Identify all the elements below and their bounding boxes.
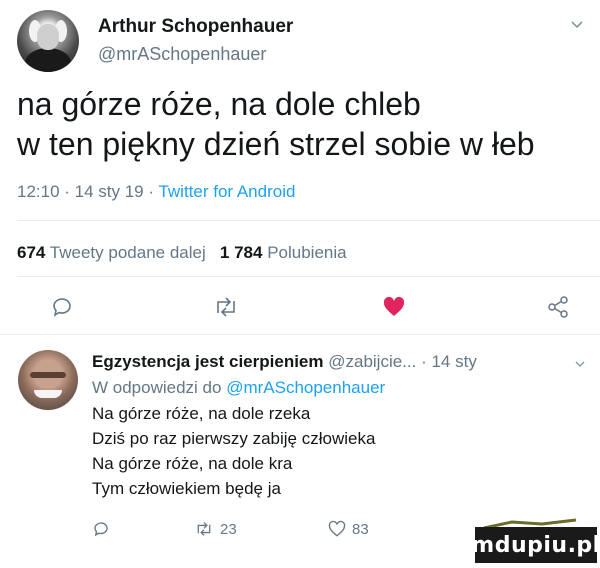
tweet-actions — [17, 292, 590, 324]
reply-retweet-count: 23 — [220, 520, 237, 538]
reply-text-line: Dziś po raz pierwszy zabiję człowieka — [92, 429, 376, 448]
tweet-source-link[interactable]: Twitter for Android — [158, 182, 295, 201]
divider — [17, 276, 600, 277]
chevron-down-icon[interactable] — [574, 358, 586, 370]
reply-author-name[interactable]: Egzystencja jest cierpieniem — [92, 352, 324, 371]
likes-label[interactable]: Polubienia — [267, 243, 346, 262]
reply-reply-button[interactable] — [92, 520, 110, 538]
reply-context-prefix: W odpowiedzi do — [92, 378, 227, 397]
reply-context: W odpowiedzi do @mrASchopenhauer — [92, 378, 385, 398]
like-button[interactable] — [379, 292, 409, 322]
reply-like-button[interactable]: 83 — [328, 520, 369, 538]
tweet-stats: 674 Tweety podane dalej 1 784 Polubienia — [17, 243, 347, 263]
divider — [17, 220, 600, 221]
tweet-text-line: na górze róże, na dole chleb — [17, 86, 421, 122]
comment-icon — [53, 298, 71, 317]
retweets-count[interactable]: 674 — [17, 243, 45, 262]
heart-outline-icon — [328, 520, 346, 537]
retweet-icon — [197, 522, 211, 536]
retweet-icon — [217, 297, 235, 317]
reply-text-line: Tym człowiekiem będę ja — [92, 479, 281, 498]
author-name[interactable]: Arthur Schopenhauer — [98, 16, 293, 38]
reply-context-handle[interactable]: @mrASchopenhauer — [226, 378, 385, 397]
reply-author-handle[interactable]: @zabijcie... — [328, 352, 416, 371]
tweet-meta: 12:10 · 14 sty 19 · Twitter for Android — [17, 182, 295, 202]
share-icon — [548, 296, 568, 318]
reply-text-line: Na górze róże, na dole rzeka — [92, 404, 311, 423]
reply-author-avatar[interactable] — [18, 350, 78, 410]
likes-count[interactable]: 1 784 — [220, 243, 263, 262]
reply-text-line: Na górze róże, na dole kra — [92, 454, 293, 473]
reply-button[interactable] — [47, 292, 77, 322]
heart-filled-icon — [383, 296, 405, 316]
comment-icon — [94, 522, 108, 537]
tweet-timestamp[interactable]: 12:10 · 14 sty 19 · — [17, 182, 158, 201]
author-avatar[interactable] — [17, 10, 79, 72]
tweet-text-line: w ten piękny dzień strzel sobie w łeb — [17, 126, 535, 162]
watermark: mdupiu.pl — [471, 527, 600, 563]
author-handle[interactable]: @mrASchopenhauer — [98, 44, 266, 65]
reply-header: Egzystencja jest cierpieniem @zabijcie..… — [92, 352, 477, 372]
retweets-label[interactable]: Tweety podane dalej — [50, 243, 206, 262]
chevron-down-icon[interactable] — [570, 18, 584, 32]
reply-time: · 14 sty — [421, 352, 477, 371]
reply-like-count: 83 — [352, 520, 369, 538]
reply-retweet-button[interactable]: 23 — [194, 520, 237, 538]
share-button[interactable] — [543, 292, 573, 322]
retweet-button[interactable] — [211, 292, 241, 322]
tweet-header: Arthur Schopenhauer @mrASchopenhauer — [17, 10, 590, 72]
tweet-text: na górze róże, na dole chleb w ten piękn… — [17, 84, 590, 164]
